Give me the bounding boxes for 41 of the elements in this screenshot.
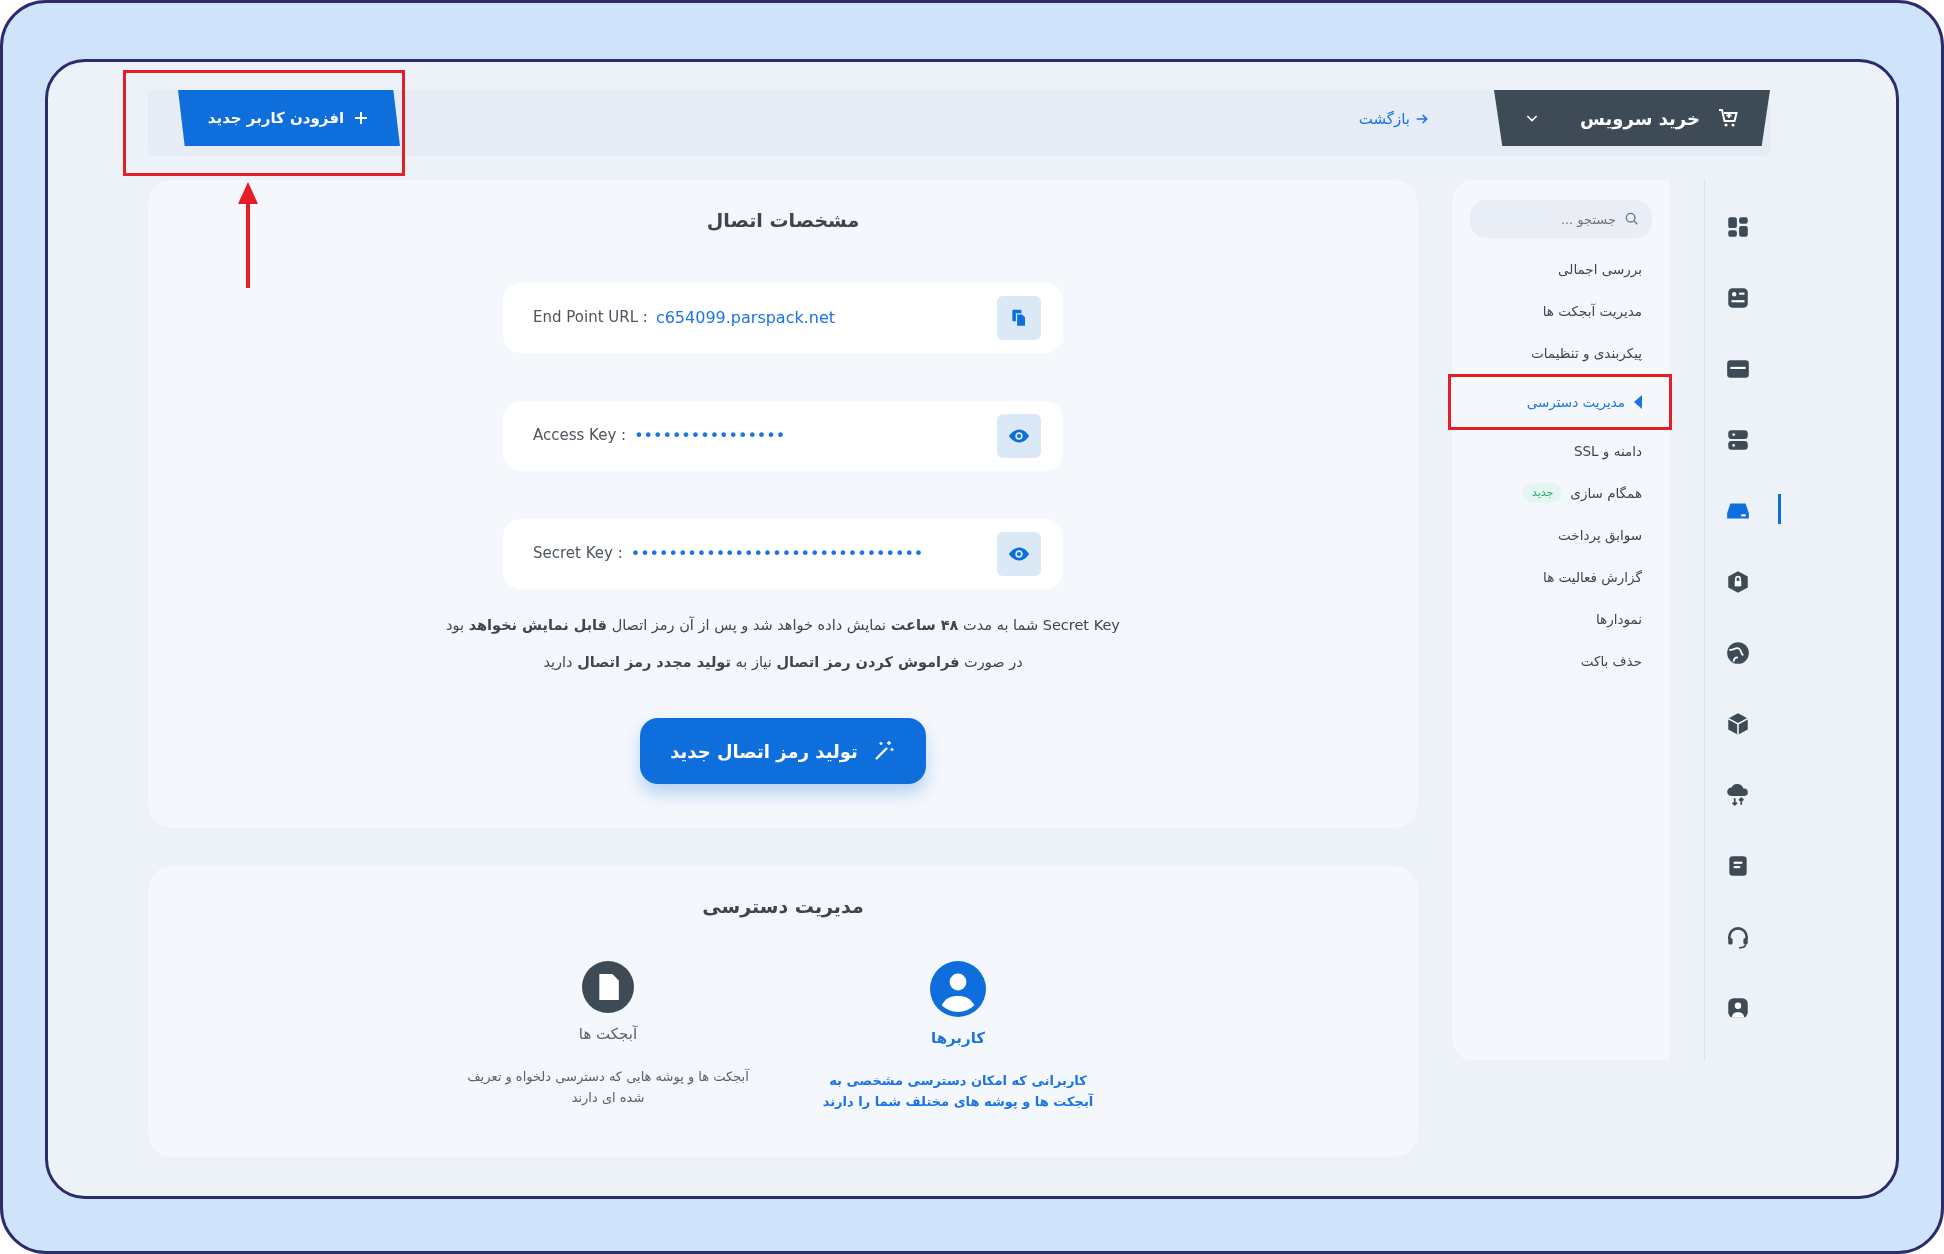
- search-field[interactable]: جستجو ...: [1470, 200, 1652, 238]
- sidebar-item[interactable]: بررسی اجمالی: [1470, 248, 1652, 290]
- sidebar-item[interactable]: پیکربندی و تنظیمات: [1470, 332, 1652, 374]
- buy-service-button[interactable]: خرید سرویس: [1494, 90, 1770, 146]
- field-label: End Point URL :: [533, 307, 648, 329]
- option-title: کاربرها: [931, 1027, 985, 1049]
- generate-key-button[interactable]: تولید رمز اتصال جدید: [640, 718, 926, 784]
- access-option[interactable]: آبجکت ها آبجکت ها و پوشه هایی که دسترسی دلخواه و تعریف شده ای دارند: [463, 960, 753, 1113]
- field-label: Secret Key :: [533, 543, 623, 565]
- sidebar-item[interactable]: نمودارها: [1470, 598, 1652, 640]
- copy-button[interactable]: [997, 295, 1041, 340]
- sidebar-item[interactable]: سوابق پرداخت: [1470, 514, 1652, 556]
- option-title: آبجکت ها: [578, 1023, 638, 1045]
- sidebar-item[interactable]: دامنه و SSL: [1470, 430, 1652, 472]
- new-badge: جدید: [1522, 482, 1563, 504]
- access-option[interactable]: کاربرها کاربرانی که امکان دسترسی مشخصی به آبجکت ها و پوشه های مختلف شما را دارند: [813, 960, 1103, 1113]
- card-title: مدیریت دسترسی: [702, 894, 864, 920]
- caret-icon: [1633, 395, 1643, 409]
- back-link[interactable]: بازگشت: [1358, 108, 1430, 131]
- file-icon: [582, 960, 634, 1013]
- field-value: ••••••••••••••••: [634, 424, 787, 447]
- search-icon: [1624, 211, 1640, 227]
- info-text: در صورت فراموش کردن رمز اتصال نیاز به تولید مجدد رمز اتصال دارید: [543, 653, 1023, 673]
- field-value: c654099.parspack.net: [655, 306, 837, 329]
- add-user-button[interactable]: افزودن کاربر جدید: [178, 90, 400, 146]
- option-description: کاربرانی که امکان دسترسی مشخصی به آبجکت ها و پوشه های مختلف شما را دارند: [821, 1072, 1095, 1111]
- info-text: Secret Key شما به مدت ۴۸ ساعت نمایش داده خواهد شد و پس از آن رمز اتصال قابل نمایش نخواهد بود: [446, 615, 1120, 636]
- card-title: مشخصات اتصال: [706, 208, 860, 233]
- option-description: آبجکت ها و پوشه هایی که دسترسی دلخواه و تعریف شده ای دارند: [466, 1067, 751, 1107]
- sidebar-item[interactable]: مدیریت دسترسی: [1448, 374, 1672, 430]
- user-icon: [930, 960, 986, 1017]
- field-value: •••••••••••••••••••••••••••••••: [630, 542, 925, 565]
- show-button[interactable]: [997, 413, 1041, 458]
- cloud-transfer-icon[interactable]: [1724, 782, 1751, 808]
- sidebar-item[interactable]: مدیریت آبجکت ها: [1470, 290, 1652, 332]
- active-indicator: [1777, 494, 1781, 524]
- sidebar-item[interactable]: گزارش فعالیت ها: [1470, 556, 1652, 598]
- field-label: Access Key :: [533, 425, 627, 447]
- sidebar-item[interactable]: حذف باکت: [1470, 640, 1652, 682]
- show-button[interactable]: [997, 531, 1041, 576]
- sidebar-item[interactable]: همگام سازی جدید: [1470, 472, 1652, 514]
